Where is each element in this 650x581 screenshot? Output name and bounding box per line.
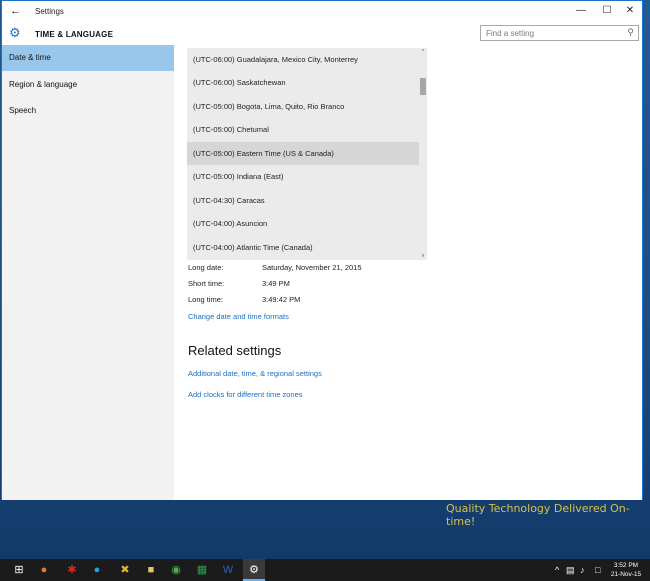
time-zone-option[interactable]: (UTC-06:00) Guadalajara, Mexico City, Mo… bbox=[187, 48, 419, 71]
long-date-value: Saturday, November 21, 2015 bbox=[262, 263, 362, 272]
settings-header: ⚙ TIME & LANGUAGE ⚲ bbox=[2, 23, 642, 45]
sidebar-item-region-language[interactable]: Region & language bbox=[2, 72, 174, 98]
tools-icon[interactable]: ✖ bbox=[114, 559, 136, 581]
sidebar-item-date-time[interactable]: Date & time bbox=[2, 45, 174, 71]
notifications-icon[interactable]: □ bbox=[595, 559, 600, 581]
settings-window: ← Settings — ☐ ✕ ⚙ TIME & LANGUAGE ⚲ Dat… bbox=[1, 0, 643, 500]
time-zone-option[interactable]: (UTC-05:00) Bogota, Lima, Quito, Rio Bra… bbox=[187, 95, 419, 118]
short-time-value: 3:49 PM bbox=[262, 279, 290, 288]
taskbar-clock[interactable]: 3:52 PM 21-Nov-15 bbox=[608, 561, 644, 579]
time-zone-option-selected[interactable]: (UTC-05:00) Eastern Time (US & Canada) bbox=[187, 142, 419, 165]
show-hidden-icons-icon[interactable]: ^ bbox=[555, 559, 559, 581]
page-title: TIME & LANGUAGE bbox=[35, 30, 114, 39]
change-formats-link[interactable]: Change date and time formats bbox=[188, 312, 289, 321]
window-title: Settings bbox=[35, 7, 64, 16]
list-scrollbar[interactable]: ^ v bbox=[419, 48, 427, 260]
time-zone-option[interactable]: (UTC-04:00) Atlantic Time (Canada) bbox=[187, 236, 419, 259]
additional-regional-settings-link[interactable]: Additional date, time, & regional settin… bbox=[188, 369, 322, 378]
taskbar: ⊞ ● ✱ ● ✖ ■ ◉ ▦ W ⚙ ^ ▤ ♪ □ 3:52 PM 21-N… bbox=[0, 559, 650, 581]
firefox-icon[interactable]: ● bbox=[33, 559, 55, 581]
search-input[interactable] bbox=[481, 26, 621, 40]
app-icon[interactable]: ✱ bbox=[61, 559, 83, 581]
time-zone-option[interactable]: (UTC-06:00) Saskatchewan bbox=[187, 71, 419, 94]
close-button[interactable]: ✕ bbox=[617, 2, 643, 20]
excel-icon[interactable]: ▦ bbox=[191, 559, 213, 581]
scrollbar-thumb[interactable] bbox=[420, 78, 426, 95]
related-settings-heading: Related settings bbox=[188, 343, 282, 358]
clock-date: 21-Nov-15 bbox=[610, 571, 642, 578]
sidebar-item-speech[interactable]: Speech bbox=[2, 98, 174, 124]
clock-time: 3:52 PM bbox=[613, 562, 639, 569]
add-clocks-link[interactable]: Add clocks for different time zones bbox=[188, 390, 303, 399]
time-zone-option[interactable]: (UTC-04:30) Caracas bbox=[187, 189, 419, 212]
title-bar: ← Settings — ☐ ✕ bbox=[2, 1, 642, 23]
time-zone-option[interactable]: (UTC-05:00) Indiana (East) bbox=[187, 165, 419, 188]
skype-icon[interactable]: ● bbox=[86, 559, 108, 581]
main-content: (UTC-06:00) Guadalajara, Mexico City, Mo… bbox=[174, 45, 642, 500]
time-zone-option[interactable]: (UTC-04:00) Asuncion bbox=[187, 212, 419, 235]
short-time-label: Short time: bbox=[188, 279, 225, 288]
settings-taskbar-icon[interactable]: ⚙ bbox=[243, 559, 265, 581]
chrome-icon[interactable]: ◉ bbox=[165, 559, 187, 581]
network-icon[interactable]: ▤ bbox=[566, 559, 575, 581]
folder-icon[interactable]: ■ bbox=[140, 559, 162, 581]
minimize-button[interactable]: — bbox=[568, 2, 594, 20]
wallpaper-text: Quality Technology Delivered On-time! bbox=[446, 502, 630, 528]
scroll-up-icon[interactable]: ^ bbox=[419, 48, 427, 56]
long-time-label: Long time: bbox=[188, 295, 224, 304]
search-icon[interactable]: ⚲ bbox=[627, 27, 634, 38]
search-box[interactable]: ⚲ bbox=[480, 25, 639, 41]
long-date-label: Long date: bbox=[188, 263, 224, 272]
sidebar: Date & time Region & language Speech bbox=[2, 45, 174, 500]
time-zone-option[interactable]: (UTC-05:00) Chetumal bbox=[187, 118, 419, 141]
gear-icon: ⚙ bbox=[9, 25, 21, 40]
scroll-down-icon[interactable]: v bbox=[419, 252, 427, 260]
volume-icon[interactable]: ♪ bbox=[580, 559, 585, 581]
back-arrow-icon[interactable]: ← bbox=[10, 4, 24, 18]
word-icon[interactable]: W bbox=[217, 559, 239, 581]
long-time-value: 3:49:42 PM bbox=[262, 295, 301, 304]
start-button[interactable]: ⊞ bbox=[8, 559, 30, 581]
time-zone-dropdown-list[interactable]: (UTC-06:00) Guadalajara, Mexico City, Mo… bbox=[187, 48, 427, 260]
